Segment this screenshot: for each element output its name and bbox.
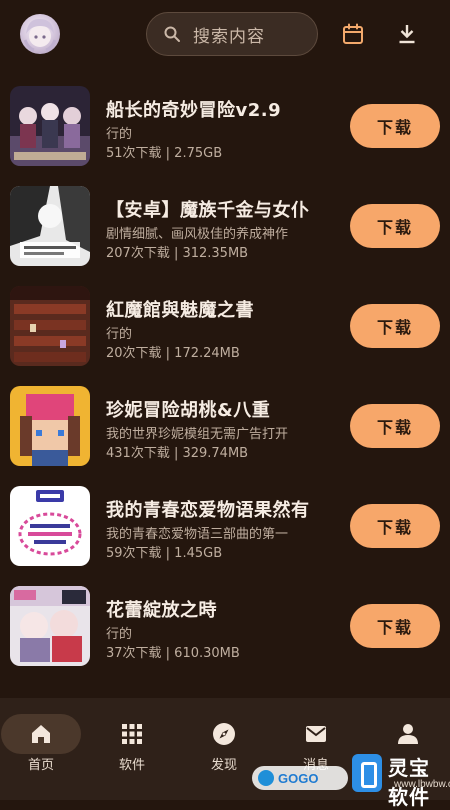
download-button[interactable]: 下载: [350, 204, 440, 248]
watermark-gogo-badge: GOGO: [252, 766, 348, 790]
item-thumbnail: [10, 486, 90, 566]
app-header: 搜索内容: [0, 0, 450, 70]
compass-icon: [213, 723, 235, 745]
item-description: 剧情细腻、画风极佳的养成神作: [106, 227, 289, 242]
download-button[interactable]: 下载: [350, 104, 440, 148]
download-button[interactable]: 下载: [350, 604, 440, 648]
item-thumbnail: [10, 386, 90, 466]
user-avatar[interactable]: [20, 14, 60, 54]
item-meta: 59次下载 | 1.45GB: [106, 546, 223, 561]
item-description: 行的: [106, 627, 133, 642]
item-title: 花蕾綻放之時: [106, 600, 217, 621]
watermark-logo-icon: [352, 754, 382, 792]
download-button[interactable]: 下载: [350, 404, 440, 448]
list-item[interactable]: 珍妮冒险胡桃&八重 我的世界珍妮模组无需广告打开 431次下载 | 329.74…: [0, 376, 450, 476]
item-description: 我的青春恋爱物语三部曲的第一: [106, 527, 289, 542]
download-button[interactable]: 下载: [350, 504, 440, 548]
watermark-globe-icon: [258, 770, 274, 786]
watermark: GOGO 灵宝软件 www.lbwbw.com: [252, 752, 450, 809]
item-description: 行的: [106, 127, 133, 142]
search-placeholder: 搜索内容: [193, 26, 265, 47]
item-title: 紅魔館與魅魔之書: [106, 300, 254, 321]
list-item[interactable]: 【安卓】魔族千金与女仆 剧情细腻、画风极佳的养成神作 207次下载 | 312.…: [0, 176, 450, 276]
item-description: 行的: [106, 327, 133, 342]
item-thumbnail: [10, 586, 90, 666]
download-button[interactable]: 下载: [350, 304, 440, 348]
item-meta: 207次下载 | 312.35MB: [106, 246, 249, 261]
mail-icon: [306, 726, 326, 742]
search-bar[interactable]: 搜索内容: [146, 12, 318, 56]
person-icon: [398, 724, 418, 744]
watermark-url: www.lbwbw.com: [394, 779, 450, 790]
item-meta: 431次下载 | 329.74MB: [106, 446, 249, 461]
item-meta: 51次下载 | 2.75GB: [106, 146, 223, 161]
download-icon: [399, 25, 415, 44]
nav-home[interactable]: 首页: [1, 710, 81, 780]
watermark-gogo-text: GOGO: [278, 770, 319, 786]
item-thumbnail: [10, 186, 90, 266]
item-meta: 20次下载 | 172.24MB: [106, 346, 240, 361]
item-meta: 37次下载 | 610.30MB: [106, 646, 240, 661]
download-manager-button[interactable]: [395, 22, 419, 46]
item-thumbnail: [10, 286, 90, 366]
item-title: 珍妮冒险胡桃&八重: [106, 400, 271, 421]
item-title: 我的青春恋爱物语果然有: [106, 500, 310, 521]
grid-icon: [122, 724, 142, 744]
item-thumbnail: [10, 86, 90, 166]
calendar-button[interactable]: [341, 22, 365, 46]
list-item[interactable]: 船长的奇妙冒险v2.9 行的 51次下载 | 2.75GB 下载: [0, 76, 450, 176]
nav-software[interactable]: 软件: [92, 710, 172, 780]
list-item[interactable]: 我的青春恋爱物语果然有 我的青春恋爱物语三部曲的第一 59次下载 | 1.45G…: [0, 476, 450, 576]
item-description: 我的世界珍妮模组无需广告打开: [106, 427, 289, 442]
search-icon: [164, 26, 180, 42]
home-icon: [32, 725, 50, 743]
item-title: 【安卓】魔族千金与女仆: [106, 200, 310, 221]
list-item[interactable]: 花蕾綻放之時 行的 37次下载 | 610.30MB 下载: [0, 576, 450, 676]
nav-software-label: 软件: [118, 758, 145, 773]
nav-home-label: 首页: [27, 758, 54, 773]
download-list: 船长的奇妙冒险v2.9 行的 51次下载 | 2.75GB 下载 【安卓】魔族千…: [0, 76, 450, 676]
calendar-icon: [343, 23, 363, 44]
item-title: 船长的奇妙冒险v2.9: [106, 100, 282, 121]
list-item[interactable]: 紅魔館與魅魔之書 行的 20次下载 | 172.24MB 下载: [0, 276, 450, 376]
